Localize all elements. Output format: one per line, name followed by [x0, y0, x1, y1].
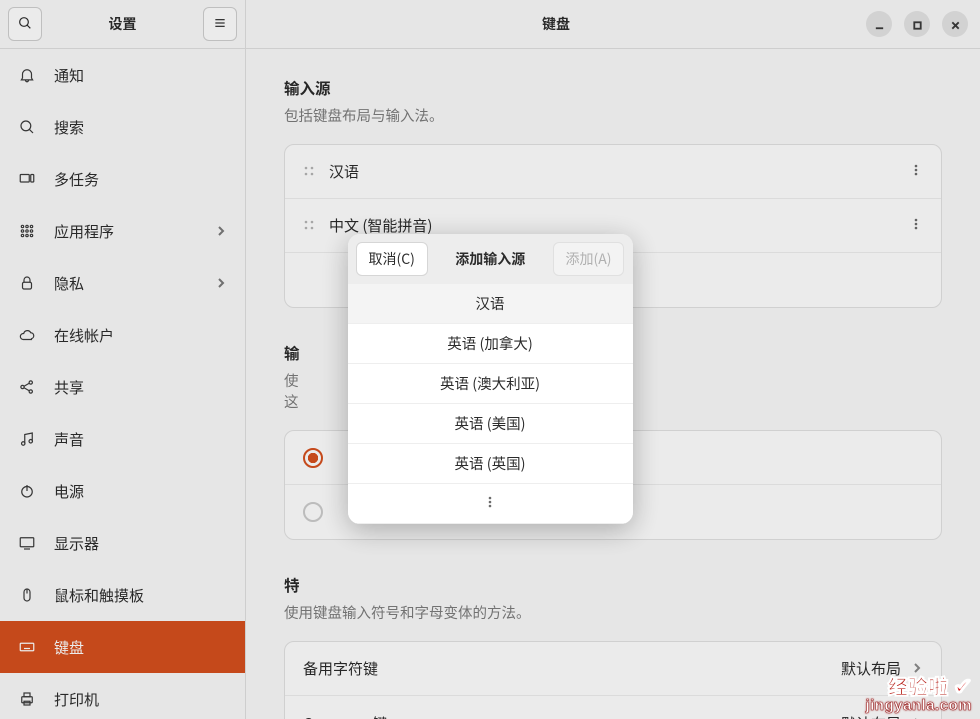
language-option[interactable]: 汉语 — [348, 284, 633, 324]
dialog-header: 取消(C) 添加输入源 添加(A) — [348, 234, 633, 284]
language-option[interactable]: 英语 (英国) — [348, 444, 633, 484]
language-option[interactable]: 英语 (加拿大) — [348, 324, 633, 364]
modal-backdrop[interactable]: 取消(C) 添加输入源 添加(A) 汉语 英语 (加拿大) 英语 (澳大利亚) … — [0, 0, 980, 719]
language-more[interactable] — [348, 484, 633, 524]
dialog-title: 添加输入源 — [455, 249, 525, 269]
add-button[interactable]: 添加(A) — [553, 242, 625, 276]
watermark: 经验啦 ✔ jingyanla.com — [865, 674, 972, 713]
watermark-text: 经验啦 — [888, 671, 948, 700]
language-option[interactable]: 英语 (澳大利亚) — [348, 364, 633, 404]
add-input-source-dialog: 取消(C) 添加输入源 添加(A) 汉语 英语 (加拿大) 英语 (澳大利亚) … — [348, 234, 633, 524]
watermark-url: jingyanla.com — [865, 698, 972, 713]
cancel-button[interactable]: 取消(C) — [356, 242, 428, 276]
language-list[interactable]: 汉语 英语 (加拿大) 英语 (澳大利亚) 英语 (美国) 英语 (英国) — [348, 284, 633, 524]
language-option[interactable]: 英语 (美国) — [348, 404, 633, 444]
more-icon — [483, 493, 497, 514]
